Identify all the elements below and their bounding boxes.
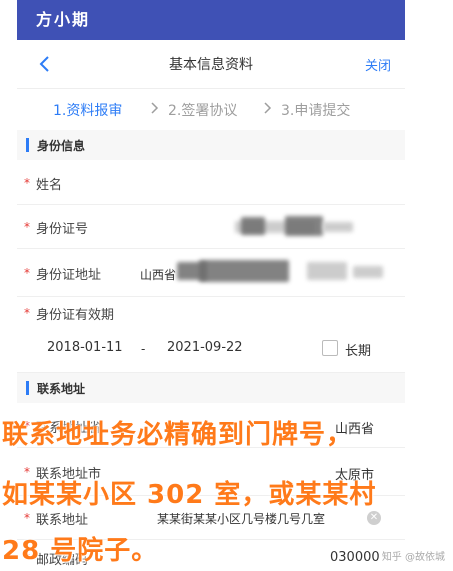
id-number-field[interactable]: * 身份证号	[17, 204, 405, 249]
redacted-address	[307, 262, 347, 280]
required-mark: *	[24, 176, 30, 190]
required-mark: *	[24, 511, 30, 525]
redacted-address	[199, 260, 289, 282]
required-mark: *	[24, 266, 30, 280]
validity-start-date[interactable]: 2018-01-11	[47, 340, 123, 355]
address-input[interactable]: 某某街某某小区几号楼几号几室	[157, 510, 325, 527]
app-title: 方小期	[36, 10, 91, 29]
redacted-address	[353, 266, 383, 278]
section-header-contact: 联系地址	[17, 373, 405, 403]
page-title: 基本信息资料	[169, 57, 253, 73]
watermark: 知乎 @故依城	[381, 552, 445, 563]
name-field[interactable]: * 姓名	[17, 160, 405, 205]
close-button[interactable]: 关闭	[365, 55, 391, 74]
validity-end-date[interactable]: 2021-09-22	[167, 340, 243, 355]
section-title: 联系地址	[37, 382, 86, 396]
id-number-label: 身份证号	[36, 222, 89, 237]
annotation-line-1: 联系地址务必精确到门牌号，	[2, 420, 354, 450]
redacted-id-number	[323, 222, 353, 232]
chevron-right-icon	[150, 100, 160, 116]
name-label: 姓名	[36, 178, 63, 193]
section-accent-bar	[26, 138, 29, 152]
step-3: 3.申请提交	[281, 103, 351, 119]
long-term-checkbox[interactable]	[322, 340, 338, 356]
required-mark: *	[24, 306, 30, 320]
step-1: 1.资料报审	[53, 103, 123, 119]
navigation-bar: 基本信息资料 关闭	[17, 40, 405, 89]
section-title: 身份信息	[37, 139, 86, 153]
section-accent-bar	[26, 381, 29, 395]
annotation-line-2: 如某某小区 302 室，或某某村	[2, 480, 377, 510]
section-header-identity: 身份信息	[17, 130, 405, 160]
id-address-value: 山西省	[140, 268, 177, 282]
screen: 方小期 基本信息资料 关闭 1.资料报审 2.签署协议 3.申请提交 身份信息 …	[0, 0, 453, 571]
step-2: 2.签署协议	[168, 103, 238, 119]
long-term-label: 长期	[345, 344, 372, 359]
required-mark: *	[24, 220, 30, 234]
redacted-id-number	[241, 217, 265, 235]
date-separator: -	[141, 342, 146, 356]
id-validity-field: * 身份证有效期 2018-01-11 - 2021-09-22 长期	[17, 296, 405, 373]
app-header: 方小期	[17, 0, 405, 40]
address-label: 联系地址	[36, 513, 89, 528]
chevron-right-icon	[263, 100, 273, 116]
id-address-field[interactable]: * 身份证地址 山西省	[17, 248, 405, 297]
step-indicator: 1.资料报审 2.签署协议 3.申请提交	[17, 88, 405, 128]
redacted-id-number	[285, 216, 323, 236]
id-address-label: 身份证地址	[36, 268, 102, 283]
clear-icon[interactable]: ✕	[367, 511, 381, 525]
id-validity-label: 身份证有效期	[36, 308, 115, 323]
